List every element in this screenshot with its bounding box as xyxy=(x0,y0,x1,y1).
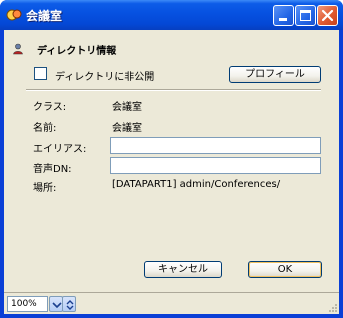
chevron-updown-icon xyxy=(66,300,74,310)
voice-dn-label: 音声DN: xyxy=(33,164,72,175)
status-bar: 100% xyxy=(4,292,339,314)
maximize-icon xyxy=(300,10,311,21)
hide-from-directory-checkbox[interactable] xyxy=(34,67,47,80)
dialog-client-area: ディレクトリ情報 ディレクトリに非公開 プロフィール クラス: 会議室 名前: … xyxy=(4,30,339,314)
chevron-down-icon xyxy=(52,302,62,309)
window-title: 会議室 xyxy=(26,9,63,23)
alias-input[interactable] xyxy=(110,137,321,154)
title-bar[interactable]: 会議室 xyxy=(0,0,343,30)
alias-label: エイリアス: xyxy=(33,144,87,155)
close-icon xyxy=(321,9,334,22)
hide-from-directory-label[interactable]: ディレクトリに非公開 xyxy=(55,68,154,83)
minimize-icon xyxy=(279,18,287,21)
resize-grip-icon[interactable] xyxy=(328,303,338,313)
profile-button[interactable]: プロフィール xyxy=(229,66,321,83)
class-value: 会議室 xyxy=(112,102,142,113)
voice-dn-input[interactable] xyxy=(110,157,321,174)
location-value: [DATAPART1] admin/Conferences/ xyxy=(112,179,281,190)
location-label: 場所: xyxy=(33,183,57,194)
zoom-stepper-button[interactable] xyxy=(62,296,76,312)
section-title: ディレクトリ情報 xyxy=(37,46,117,57)
class-label: クラス: xyxy=(33,102,67,113)
ok-button[interactable]: OK xyxy=(248,261,322,278)
maximize-button[interactable] xyxy=(295,5,316,26)
meeting-room-icon xyxy=(6,9,22,21)
close-button[interactable] xyxy=(317,5,338,26)
name-label: 名前: xyxy=(33,123,57,134)
zoom-out-button[interactable] xyxy=(49,296,63,312)
minimize-button[interactable] xyxy=(273,5,294,26)
name-value: 会議室 xyxy=(112,123,142,134)
directory-user-icon xyxy=(13,43,23,55)
section-divider xyxy=(26,89,321,91)
dialog-window: 会議室 ディレクトリ情報 ディレクトリに非公開 プロフィール クラス: 会議室 … xyxy=(0,0,343,318)
cancel-button[interactable]: キャンセル xyxy=(144,261,222,278)
zoom-field[interactable]: 100% xyxy=(7,296,48,312)
